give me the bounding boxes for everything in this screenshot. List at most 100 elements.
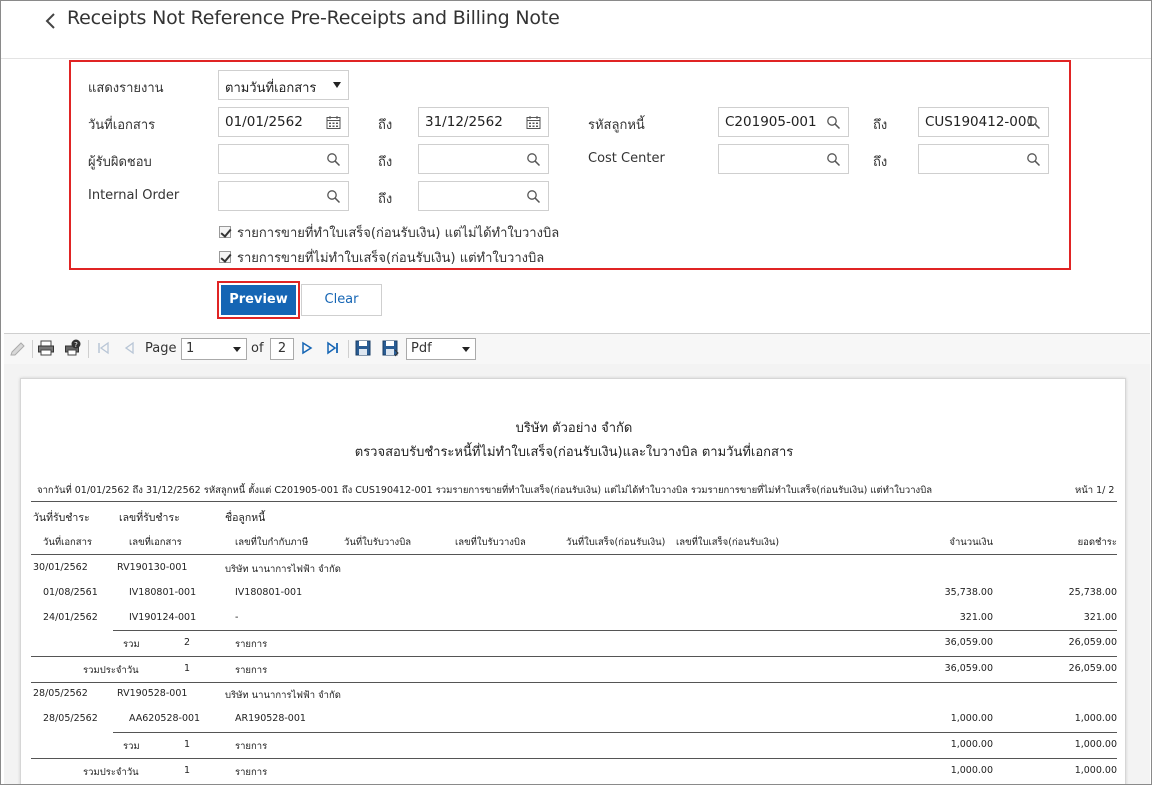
col-billing-no: เลขที่ใบรับวางบิล — [455, 537, 526, 548]
page-number-select[interactable]: 1 — [181, 338, 247, 360]
responsible-from-field[interactable] — [218, 144, 349, 174]
g1-receive-date: 30/01/2562 — [33, 562, 88, 573]
internal-order-to-field[interactable] — [418, 181, 549, 211]
table-rule — [31, 758, 1117, 759]
subtotal-rule — [113, 732, 1117, 733]
search-icon[interactable] — [526, 152, 541, 167]
debtor-to-field[interactable]: CUS190412-001 — [918, 107, 1049, 137]
checkbox-billing-no-receipt[interactable]: รายการขายที่ไม่ทำใบเสร็จ(ก่อนรับเงิน) แต… — [219, 248, 544, 266]
next-page-icon[interactable] — [298, 339, 316, 357]
viewer-toolbar: ? Page 1 of 2 Pdf — [4, 334, 1150, 364]
g1-daily-items-label: รายการ — [235, 665, 268, 676]
debtor-code-label: รหัสลูกหนี้ — [588, 118, 645, 133]
g1-total-count: 2 — [184, 637, 191, 648]
search-icon[interactable] — [326, 189, 341, 204]
back-chevron-icon[interactable] — [43, 9, 61, 33]
col-tax-invoice: เลขที่ใบกำกับภาษี — [235, 537, 309, 548]
g2-daily-paid: 1,000.00 — [1074, 765, 1117, 776]
checkbox-receipt-no-billing-label: รายการขายที่ทำใบเสร็จ(ก่อนรับเงิน) แต่ไม… — [237, 225, 560, 241]
checkbox-checked-icon[interactable] — [219, 226, 231, 238]
g2-daily-count: 1 — [184, 765, 191, 776]
report-criteria: จากวันที่ 01/01/2562 ถึง 31/12/2562 รหัส… — [37, 485, 933, 496]
report-page: บริษัท ตัวอย่าง จำกัด ตรวจสอบรับชำระหนี้… — [20, 378, 1126, 784]
print-settings-icon[interactable]: ? — [64, 339, 82, 357]
report-viewer: ? Page 1 of 2 Pdf บริษัท ตัวอย่าง จำกัด … — [4, 333, 1150, 784]
g1-total-items-label: รายการ — [235, 639, 268, 650]
g2-total-paid: 1,000.00 — [1074, 739, 1117, 750]
g1-total-label: รวม — [123, 639, 140, 650]
search-icon[interactable] — [826, 152, 841, 167]
search-icon[interactable] — [1026, 115, 1041, 130]
g2-r1-tax-invoice: AR190528-001 — [235, 713, 306, 724]
last-page-icon[interactable] — [324, 339, 342, 357]
internal-order-to-label: ถึง — [378, 192, 393, 207]
g1-r2-tax-invoice: - — [235, 612, 239, 623]
debtor-to-value: CUS190412-001 — [925, 114, 1036, 130]
g1-r1-tax-invoice: IV180801-001 — [235, 587, 303, 598]
doc-date-to-label: ถึง — [378, 118, 393, 133]
cost-center-label: Cost Center — [588, 151, 665, 166]
responsible-to-field[interactable] — [418, 144, 549, 174]
debtor-from-value: C201905-001 — [725, 114, 817, 130]
export-format-select[interactable]: Pdf — [406, 338, 476, 360]
report-type-value: ตามวันที่เอกสาร — [225, 81, 317, 96]
cost-center-to-label: ถึง — [873, 155, 888, 170]
report-type-select[interactable]: ตามวันที่เอกสาร — [218, 70, 349, 100]
preview-button[interactable]: Preview — [221, 285, 296, 315]
calendar-icon[interactable] — [326, 115, 341, 130]
doc-date-to-field[interactable]: 31/12/2562 — [418, 107, 549, 137]
g1-daily-count: 1 — [184, 663, 191, 674]
g2-daily-label: รวมประจำวัน — [83, 767, 139, 778]
search-icon[interactable] — [526, 189, 541, 204]
preview-highlight: Preview — [217, 281, 300, 319]
report-page-number: หน้า 1/ 2 — [1075, 485, 1115, 496]
checkbox-billing-no-receipt-label: รายการขายที่ไม่ทำใบเสร็จ(ก่อนรับเงิน) แต… — [237, 250, 545, 266]
internal-order-from-field[interactable] — [218, 181, 349, 211]
checkbox-checked-icon[interactable] — [219, 251, 231, 263]
g2-receive-no: RV190528-001 — [117, 688, 188, 699]
subtotal-rule — [113, 630, 1117, 631]
chevron-down-icon — [462, 347, 470, 352]
g1-daily-paid: 26,059.00 — [1068, 663, 1117, 674]
g2-daily-items-label: รายการ — [235, 767, 268, 778]
table-rule — [31, 554, 1117, 555]
search-icon[interactable] — [326, 152, 341, 167]
responsible-to-label: ถึง — [378, 155, 393, 170]
col-debtor-name: ชื่อลูกหนี้ — [225, 512, 266, 524]
report-company: บริษัท ตัวอย่าง จำกัด — [515, 421, 633, 436]
debtor-from-field[interactable]: C201905-001 — [718, 107, 849, 137]
checkbox-receipt-no-billing[interactable]: รายการขายที่ทำใบเสร็จ(ก่อนรับเงิน) แต่ไม… — [219, 223, 559, 241]
col-receipt-no: เลขที่ใบเสร็จ(ก่อนรับเงิน) — [676, 537, 780, 548]
g1-daily-amount: 36,059.00 — [944, 663, 993, 674]
clear-button[interactable]: Clear — [301, 284, 382, 316]
doc-date-from-value: 01/01/2562 — [225, 114, 303, 130]
page-header: Receipts Not Reference Pre-Receipts and … — [1, 1, 1151, 59]
of-label: of — [251, 341, 264, 356]
calendar-icon[interactable] — [526, 115, 541, 130]
col-receive-date: วันที่รับชำระ — [33, 512, 90, 524]
g2-debtor-name: บริษัท นานาการไฟฟ้า จำกัด — [225, 690, 341, 701]
cost-center-to-field[interactable] — [918, 144, 1049, 174]
g2-r1-paid: 1,000.00 — [1074, 713, 1117, 724]
previous-page-icon[interactable] — [120, 339, 138, 357]
doc-date-from-field[interactable]: 01/01/2562 — [218, 107, 349, 137]
cost-center-from-field[interactable] — [718, 144, 849, 174]
table-rule — [31, 501, 1117, 502]
page-number-value: 1 — [186, 341, 195, 356]
g2-total-count: 1 — [184, 739, 191, 750]
save-icon[interactable] — [354, 339, 372, 357]
toolbar-divider — [32, 340, 33, 358]
g1-total-paid: 26,059.00 — [1068, 637, 1117, 648]
g1-r2-paid: 321.00 — [1083, 612, 1117, 623]
col-receive-no: เลขที่รับชำระ — [119, 512, 180, 524]
search-icon[interactable] — [1026, 152, 1041, 167]
g1-total-amount: 36,059.00 — [944, 637, 993, 648]
edit-icon[interactable] — [9, 339, 27, 357]
print-icon[interactable] — [37, 339, 55, 357]
search-icon[interactable] — [826, 115, 841, 130]
svg-text:?: ? — [74, 341, 78, 349]
g1-r2-amount: 321.00 — [959, 612, 993, 623]
export-icon[interactable] — [381, 339, 399, 357]
first-page-icon[interactable] — [94, 339, 112, 357]
g2-total-items-label: รายการ — [235, 741, 268, 752]
